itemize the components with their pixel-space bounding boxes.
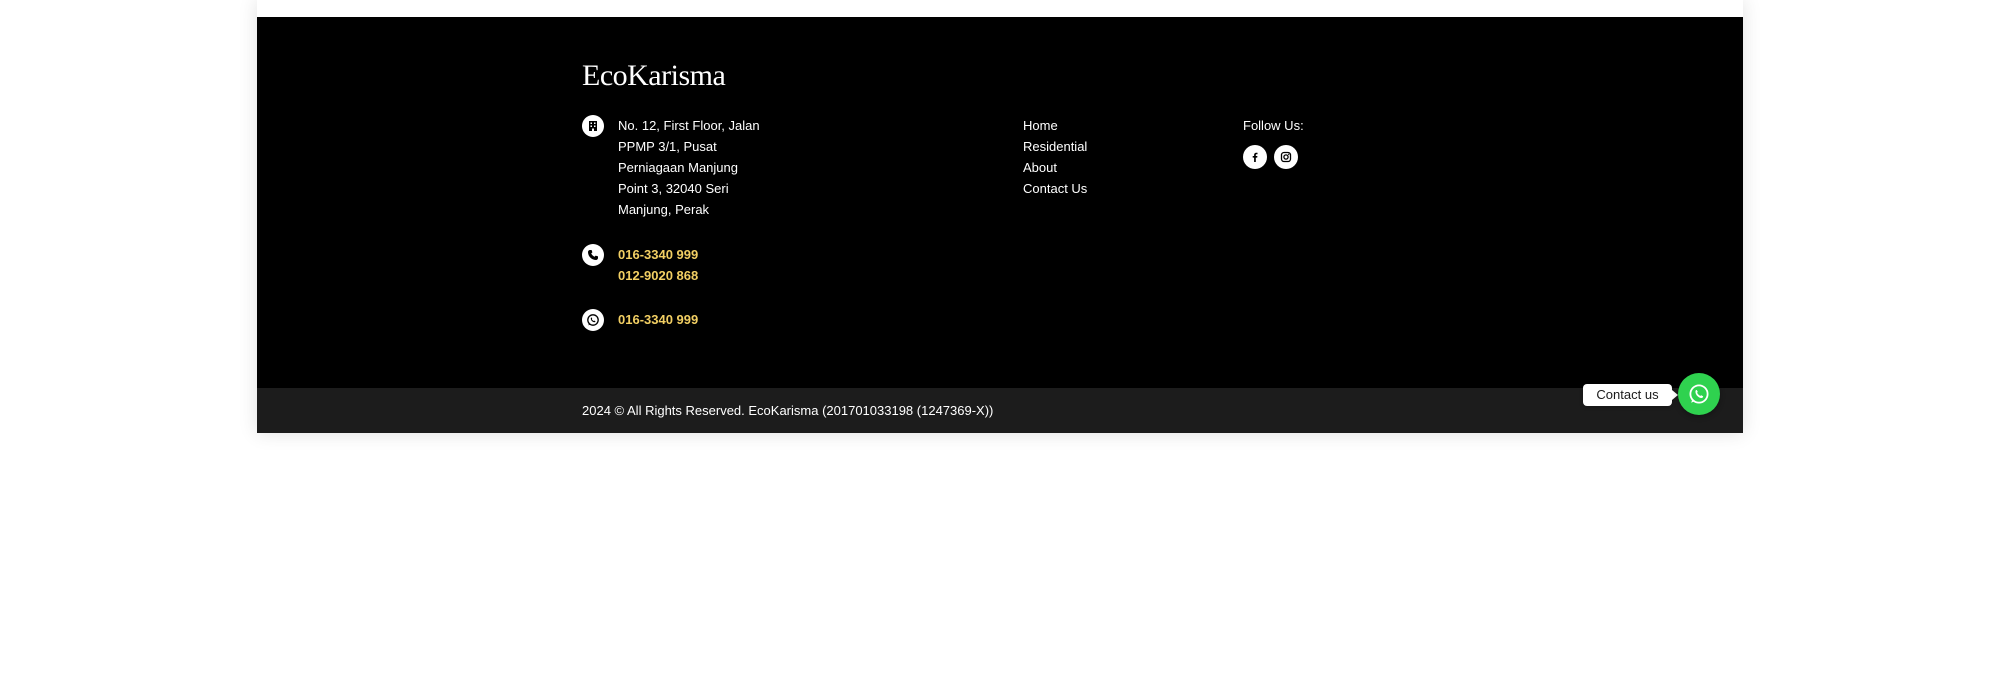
facebook-icon [1252,152,1258,162]
building-icon [582,115,604,137]
phone-list: 016-3340 999 012-9020 868 [618,244,698,286]
footer-logo[interactable]: EcoKarisma [582,59,726,93]
follow-label: Follow Us: [1243,118,1304,133]
facebook-button[interactable] [1243,145,1267,169]
footer-bottom-bar: 2024 © All Rights Reserved. EcoKarisma (… [257,388,1743,433]
address-line: Point 3, 32040 Seri [618,181,729,196]
phone-link[interactable]: 012-9020 868 [618,265,698,286]
phone-block: 016-3340 999 012-9020 868 [582,244,698,286]
address-line: PPMP 3/1, Pusat [618,139,717,154]
social-links [1243,145,1304,169]
whatsapp-text: 016-3340 999 [618,309,698,330]
footer-nav-about[interactable]: About [1023,157,1087,178]
whatsapp-link[interactable]: 016-3340 999 [618,309,698,330]
footer-nav: Home Residential About Contact Us [1023,115,1087,199]
footer-nav-contact-us[interactable]: Contact Us [1023,178,1087,199]
whatsapp-icon [582,309,604,331]
phone-icon [582,244,604,266]
whatsapp-icon [1689,384,1709,404]
whatsapp-block: 016-3340 999 [582,309,698,331]
instagram-button[interactable] [1274,145,1298,169]
chat-tooltip[interactable]: Contact us [1583,384,1678,406]
follow-block: Follow Us: [1243,115,1304,169]
footer-nav-residential[interactable]: Residential [1023,136,1087,157]
whatsapp-chat-button[interactable] [1678,373,1720,415]
address-block: No. 12, First Floor, Jalan PPMP 3/1, Pus… [582,115,760,220]
address-text: No. 12, First Floor, Jalan PPMP 3/1, Pus… [618,115,760,220]
address-line: Manjung, Perak [618,202,710,217]
page-container: EcoKarisma No. 12, First Floor, Jalan PP… [257,0,1743,433]
footer-main: EcoKarisma No. 12, First Floor, Jalan PP… [257,17,1743,388]
instagram-icon [1280,151,1292,163]
copyright-text: 2024 © All Rights Reserved. EcoKarisma (… [582,403,994,418]
whatsapp-chat-widget: Contact us [1583,373,1723,415]
footer-nav-home[interactable]: Home [1023,115,1087,136]
phone-link[interactable]: 016-3340 999 [618,244,698,265]
address-line: No. 12, First Floor, Jalan [618,118,760,133]
address-line: Perniagaan Manjung [618,160,738,175]
